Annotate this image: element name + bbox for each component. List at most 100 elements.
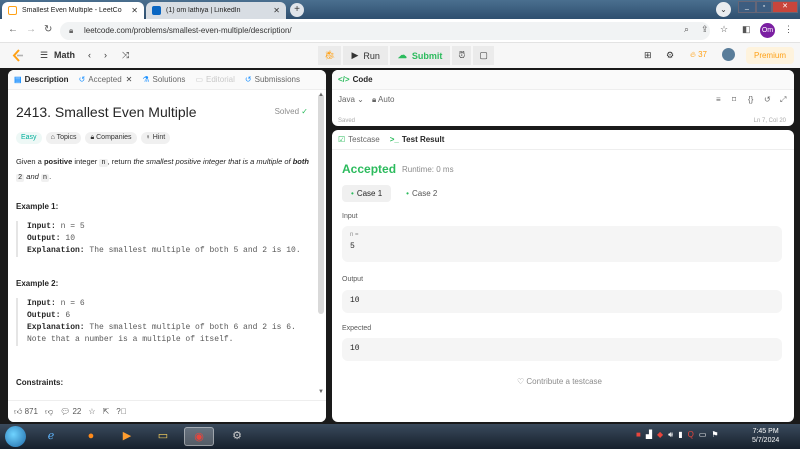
case-2-button[interactable]: • Case 2	[397, 185, 446, 202]
close-icon[interactable]: ✕	[273, 6, 280, 15]
bookmark-icon[interactable]: ⌑	[732, 95, 736, 104]
layout-grid-icon[interactable]: ⊞	[644, 50, 652, 61]
companies-label: Companies	[96, 134, 132, 141]
new-tab-button[interactable]: +	[290, 3, 304, 17]
braces-icon[interactable]: {}	[748, 95, 753, 104]
firefox-icon[interactable]: ●	[76, 427, 106, 446]
checkbox-icon: ☑	[338, 135, 346, 144]
tab-leetcode[interactable]: Smallest Even Multiple - LeetCo ✕	[2, 2, 144, 19]
tray-shield-icon[interactable]: ◆	[657, 430, 663, 440]
volume-icon[interactable]: 🔊︎	[668, 430, 673, 440]
display-icon[interactable]: ▭	[699, 430, 707, 440]
tab-test-result[interactable]: >_ Test Result	[390, 135, 445, 144]
dislike-button[interactable]: 👎︎	[45, 407, 53, 417]
desc-text: , return	[107, 157, 134, 166]
network-icon[interactable]: ▟	[646, 430, 652, 440]
leetcode-logo-icon[interactable]	[12, 49, 24, 62]
tab-solutions[interactable]: ⚗ Solutions	[142, 75, 185, 84]
tab-editorial[interactable]: ▭ Editorial	[195, 75, 234, 84]
zoom-icon[interactable]: ⌕	[684, 24, 689, 35]
forward-arrow-icon[interactable]: →	[26, 24, 36, 35]
chrome-icon[interactable]: ◉	[184, 427, 214, 446]
hint-tag[interactable]: ♀ Hint	[140, 132, 171, 144]
auto-mode-toggle[interactable]: 🔒︎ Auto	[372, 95, 395, 105]
contribute-testcase-button[interactable]: ♡ Contribute a testcase	[517, 377, 602, 386]
premium-button[interactable]: Premium	[746, 47, 794, 64]
tab-testcase[interactable]: ☑ Testcase	[338, 135, 380, 144]
reset-icon[interactable]: ↺	[764, 95, 771, 104]
tab-linkedin[interactable]: (1) om lathiya | LinkedIn ✕	[146, 2, 286, 19]
example-2-block: Input: n = 6 Output: 6 Explanation: The …	[16, 298, 314, 346]
submit-button[interactable]: ☁ Submit	[389, 46, 451, 65]
close-icon[interactable]: ✕	[131, 6, 138, 15]
inline-code: n	[40, 174, 50, 182]
minimize-button[interactable]: _	[738, 1, 756, 13]
close-window-button[interactable]: ✕	[772, 1, 798, 13]
tab-search-button[interactable]: ⌄	[716, 2, 731, 17]
streak-counter[interactable]: 🔥︎ 37	[690, 50, 707, 60]
media-player-icon[interactable]: ▶	[112, 427, 142, 446]
desc-text: and	[24, 172, 41, 181]
favorite-star-icon[interactable]: ☆	[88, 407, 95, 416]
fullscreen-icon[interactable]: ⤢	[780, 95, 786, 105]
language-select[interactable]: Java ⌄	[338, 95, 364, 104]
test-result-panel: ☑ Testcase >_ Test Result Accepted Runti…	[332, 130, 794, 422]
test-panel-tabs: ☑ Testcase >_ Test Result	[332, 130, 794, 150]
prev-problem-icon[interactable]: ‹	[88, 50, 91, 60]
url-input[interactable]: 🔒︎ leetcode.com/problems/smallest-even-m…	[60, 22, 710, 40]
side-panel-icon[interactable]: ◧	[742, 24, 751, 35]
example-input-line: Input: n = 5	[27, 222, 85, 231]
case-1-button[interactable]: • Case 1	[342, 185, 392, 202]
settings-gear-icon[interactable]: ⚙	[666, 50, 674, 61]
scroll-down-icon[interactable]: ▼	[318, 389, 324, 395]
battery-icon[interactable]: ▮	[678, 430, 682, 440]
internet-explorer-icon[interactable]: ℯ	[36, 427, 66, 446]
tray-app-icon[interactable]: ■	[636, 430, 641, 440]
flag-icon[interactable]: ⚑	[711, 430, 718, 440]
scroll-up-icon[interactable]: ▲	[318, 92, 324, 98]
description-footer: 👍︎ 871 👎︎ 💬︎ 22 ☆ ⇱ ?⃝	[8, 400, 326, 422]
problem-title[interactable]: 2413. Smallest Even Multiple	[16, 104, 197, 120]
tab-accepted[interactable]: ↺ Accepted ✕	[79, 75, 133, 84]
maximize-button[interactable]: ▫	[756, 1, 772, 13]
file-explorer-icon[interactable]: ▭	[148, 427, 178, 446]
timer-button[interactable]: ⏰︎	[452, 46, 472, 65]
tab-label: Submissions	[254, 75, 300, 84]
topics-tag[interactable]: ⌂ Topics	[45, 132, 82, 144]
like-button[interactable]: 👍︎ 871	[14, 407, 38, 417]
share-icon[interactable]: ⇱	[103, 407, 110, 416]
close-icon[interactable]: ✕	[126, 75, 133, 84]
inline-code: 2	[16, 174, 25, 182]
desc-text: Given a	[16, 157, 44, 166]
run-button[interactable]: ▶ Run	[343, 46, 388, 65]
back-arrow-icon[interactable]: ←	[8, 24, 18, 35]
tab-description[interactable]: ▤ Description	[14, 75, 69, 84]
notes-button[interactable]: ▢	[473, 46, 494, 65]
tab-label: Editorial	[206, 75, 235, 84]
scrollbar-thumb[interactable]	[318, 94, 324, 314]
shuffle-icon[interactable]: ⤨	[122, 50, 129, 61]
companies-tag[interactable]: 🔒︎ Companies	[85, 132, 137, 144]
kebab-menu-icon[interactable]: ⋮	[784, 24, 793, 35]
debug-button[interactable]: 🐞︎	[318, 46, 342, 65]
system-clock[interactable]: 7:45 PM 5/7/2024	[752, 427, 779, 445]
user-avatar[interactable]	[722, 48, 735, 61]
format-icon[interactable]: ≡	[716, 95, 721, 104]
tab-code[interactable]: </> Code	[338, 75, 373, 84]
profile-avatar[interactable]: Om	[760, 23, 775, 38]
tab-submissions[interactable]: ↺ Submissions	[245, 75, 300, 84]
problem-list-icon[interactable]: ☰	[40, 50, 48, 61]
bookmark-star-icon[interactable]: ☆	[720, 24, 728, 35]
help-icon[interactable]: ?⃝	[116, 407, 126, 416]
check-circle-icon: ✓	[301, 107, 308, 116]
next-problem-icon[interactable]: ›	[104, 50, 107, 60]
book-icon: ▭	[195, 75, 203, 84]
share-icon[interactable]: ⇪	[701, 24, 709, 35]
comments-button[interactable]: 💬︎ 22	[60, 407, 81, 416]
problem-list-label[interactable]: Math	[54, 50, 75, 60]
tray-q-icon[interactable]: Q	[688, 430, 694, 440]
start-button[interactable]	[5, 426, 26, 447]
reload-icon[interactable]: ↻	[44, 24, 52, 35]
browser-tab-strip: Smallest Even Multiple - LeetCo ✕ (1) om…	[0, 0, 800, 19]
tools-icon[interactable]: ⚙	[222, 427, 252, 446]
